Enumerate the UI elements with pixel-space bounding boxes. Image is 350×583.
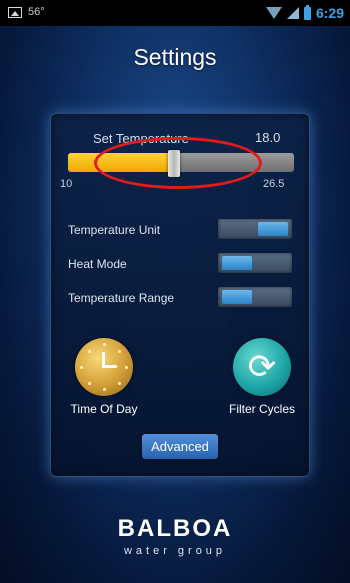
advanced-button[interactable]: Advanced [142,434,218,459]
image-icon [8,6,22,18]
temperature-unit-toggle[interactable] [218,219,292,239]
filter-cycles-button[interactable]: ⟳ Filter Cycles [210,338,314,416]
heat-mode-toggle[interactable] [218,253,292,273]
time-of-day-button[interactable]: Time Of Day [52,338,156,416]
logo-tagline: water group [123,545,227,557]
signal-icon [286,7,299,19]
set-temperature-value: 18.0 [255,130,281,145]
status-temperature: 56° [28,6,45,18]
wifi-icon [265,7,282,19]
logo-wordmark: BALBOA [117,515,233,542]
toggle-knob [222,256,252,270]
toggle-knob [258,222,288,236]
heat-mode-label: Heat Mode [68,257,127,271]
time-of-day-label: Time Of Day [70,402,138,416]
highlight-annotation [94,137,262,189]
refresh-icon: ⟳ [233,338,291,396]
page-title: Settings [133,44,217,70]
temperature-range-max: 26.5 [263,178,285,190]
status-left: 56° [8,6,45,18]
filter-cycles-label: Filter Cycles [228,402,295,416]
temperature-range-label: Temperature Range [68,291,175,305]
balboa-logo: BALBOA water group [0,515,350,557]
battery-icon [303,4,311,20]
status-bar: 56° 6:29 [0,0,350,26]
heat-mode-row: Heat Mode [68,253,294,277]
status-right: 6:29 [265,4,344,21]
temperature-unit-label: Temperature Unit [68,223,161,237]
toggle-knob [222,290,252,304]
temperature-range-min: 10 [60,178,73,190]
clock-icon [75,338,133,396]
temperature-range-toggle[interactable] [218,287,292,307]
temperature-range-row: Temperature Range [68,287,294,311]
status-time: 6:29 [315,5,344,21]
temperature-unit-row: Temperature Unit [68,219,294,243]
